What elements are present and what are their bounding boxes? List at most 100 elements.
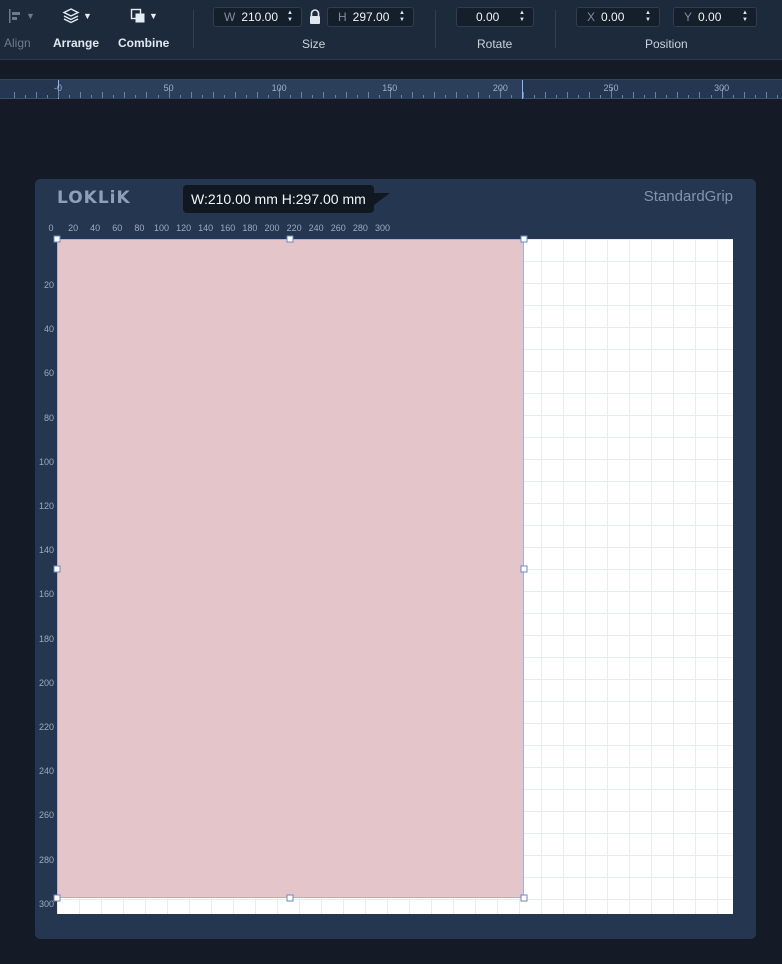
mat-ruler-label-x: 120 (176, 223, 192, 233)
ruler-tick (732, 95, 734, 98)
stepper-down-icon[interactable]: ▼ (519, 17, 525, 24)
ruler-tick (223, 95, 225, 98)
ruler-tick (666, 95, 668, 98)
mat-ruler-label-x: 80 (134, 223, 145, 233)
combine-dropdown[interactable]: ▼ (130, 8, 158, 24)
height-field[interactable]: H 297.00 ▲ ▼ (327, 7, 414, 27)
mat-ruler-label-x: 60 (112, 223, 123, 233)
ruler-tick (135, 95, 137, 98)
height-value[interactable]: 297.00 (353, 10, 397, 24)
resize-handle-left[interactable] (53, 565, 61, 573)
ruler-tick (511, 95, 513, 98)
stepper-down-icon[interactable]: ▼ (645, 17, 651, 24)
resize-handle-bottom-right[interactable] (520, 894, 528, 902)
width-value[interactable]: 210.00 (241, 10, 285, 24)
ruler-tick (655, 92, 657, 98)
ruler-tick (677, 92, 679, 98)
width-prefix: W (224, 10, 236, 24)
ruler-tick (456, 92, 458, 98)
width-stepper[interactable]: ▲ ▼ (285, 10, 295, 24)
chevron-down-icon: ▼ (149, 11, 158, 21)
mat-ruler-label-y: 200 (38, 677, 54, 688)
rotate-value[interactable]: 0.00 (476, 10, 517, 24)
stepper-up-icon[interactable]: ▲ (287, 10, 293, 17)
ruler-tick (776, 95, 778, 98)
ruler-tick (422, 95, 424, 98)
align-label: Align (4, 36, 31, 50)
resize-handle-top[interactable] (286, 235, 294, 243)
ruler-tick (478, 92, 480, 98)
ruler-tick (102, 92, 104, 98)
mat-ruler-label-y: 180 (38, 633, 54, 644)
ruler-tick (113, 95, 115, 98)
stepper-down-icon[interactable]: ▼ (287, 17, 293, 24)
combine-group[interactable]: ▼ Combine (114, 0, 174, 60)
y-field[interactable]: Y 0.00 ▲ ▼ (673, 7, 757, 27)
ruler-tick (754, 95, 756, 98)
ruler-tick (80, 92, 82, 98)
selected-rectangle-shape[interactable] (57, 239, 524, 898)
stepper-up-icon[interactable]: ▲ (399, 10, 405, 17)
resize-handle-bottom-left[interactable] (53, 894, 61, 902)
ruler-tick (257, 92, 259, 98)
ruler-tick (13, 92, 15, 98)
ruler-tick (467, 95, 469, 98)
height-prefix: H (338, 10, 347, 24)
resize-handle-right[interactable] (520, 565, 528, 573)
ruler-tick (400, 95, 402, 98)
ruler-tick (378, 95, 380, 98)
ruler-tick (91, 95, 93, 98)
arrange-dropdown[interactable]: ▼ (62, 8, 92, 24)
mat-ruler-label-y: 40 (43, 324, 54, 335)
lock-aspect-button[interactable] (308, 9, 322, 30)
ruler-tick (312, 95, 314, 98)
x-field[interactable]: X 0.00 ▲ ▼ (576, 7, 660, 27)
size-tooltip: W:210.00 mm H:297.00 mm (183, 185, 390, 213)
align-group[interactable]: ▼ Align (0, 0, 46, 60)
mat-ruler-label-y: 220 (38, 722, 54, 732)
rotate-field[interactable]: 0.00 ▲ ▼ (456, 7, 534, 27)
x-stepper[interactable]: ▲ ▼ (643, 10, 653, 24)
mat-ruler-label-y: 280 (38, 854, 54, 865)
y-value[interactable]: 0.00 (698, 10, 740, 24)
width-field[interactable]: W 210.00 ▲ ▼ (213, 7, 302, 27)
ruler-tick (533, 95, 535, 98)
divider (435, 10, 436, 48)
ruler-tick (544, 92, 546, 98)
top-ruler[interactable]: -0 50 100 150 200 250 300 (0, 79, 782, 99)
ruler-tick (35, 92, 37, 98)
align-dropdown[interactable]: ▼ (7, 8, 35, 24)
stepper-down-icon[interactable]: ▼ (742, 17, 748, 24)
ruler-label: 100 (271, 83, 287, 93)
combine-icon (130, 8, 145, 23)
height-stepper[interactable]: ▲ ▼ (397, 10, 407, 24)
x-prefix: X (587, 10, 596, 24)
ruler-tick (434, 92, 436, 98)
ruler-tick (69, 95, 71, 98)
resize-handle-top-left[interactable] (53, 235, 61, 243)
cutting-mat-card: LOKLiK StandardGrip W:210.00 mm H:297.00… (35, 179, 756, 939)
stepper-up-icon[interactable]: ▲ (645, 10, 651, 17)
ruler-tick (301, 92, 303, 98)
resize-handle-bottom[interactable] (286, 894, 294, 902)
resize-handle-top-right[interactable] (520, 235, 528, 243)
mat-ruler-label-y: 260 (38, 810, 54, 821)
stepper-down-icon[interactable]: ▼ (399, 17, 405, 24)
mat-ruler-label-y: 20 (43, 280, 54, 290)
rotate-stepper[interactable]: ▲ ▼ (517, 10, 527, 24)
ruler-tick (124, 92, 126, 98)
ruler-tick (157, 95, 159, 98)
arrange-group[interactable]: ▼ Arrange (50, 0, 106, 60)
ruler-tick (688, 95, 690, 98)
ruler-tick (323, 92, 325, 98)
stepper-up-icon[interactable]: ▲ (742, 10, 748, 17)
y-stepper[interactable]: ▲ ▼ (740, 10, 750, 24)
ruler-tick (699, 92, 701, 98)
ruler-label: 200 (492, 83, 508, 93)
x-value[interactable]: 0.00 (601, 10, 643, 24)
stepper-up-icon[interactable]: ▲ (519, 10, 525, 17)
ruler-tick (522, 92, 524, 98)
combine-label: Combine (118, 36, 170, 50)
ruler-tick (201, 95, 203, 98)
mat-ruler-label-x: 300 (374, 223, 391, 233)
